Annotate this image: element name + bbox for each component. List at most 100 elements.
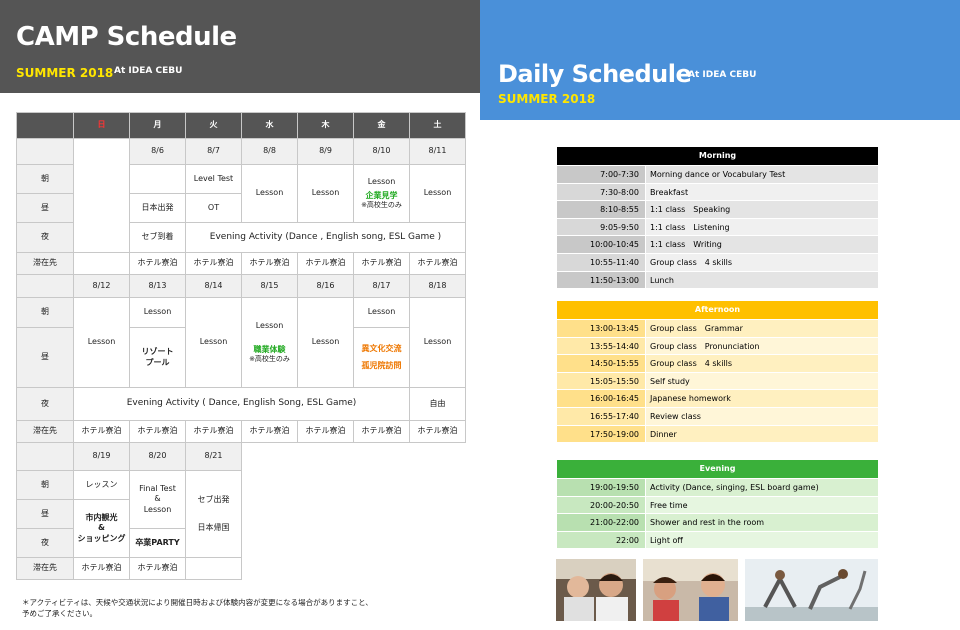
schedule-activity: Activity (Dance, singing, ESL board game… [645, 479, 878, 496]
evening-schedule-row: 19:00-19:50 Activity (Dance, singing, ESL… [557, 478, 878, 496]
stay-cell: ホテル寮泊 [241, 252, 298, 275]
morning-rows: 7:00-7:30 Morning dance or Vocabulary Tes… [557, 165, 878, 289]
schedule-time: 22:00 [557, 531, 645, 549]
schedule-activity: Review class [645, 407, 878, 425]
stay-cell: ホテル寮泊 [297, 420, 354, 443]
schedule-time: 11:50-13:00 [557, 271, 645, 289]
stay-cell: ホテル寮泊 [353, 420, 410, 443]
week2-sun-lesson: Lesson [73, 297, 130, 388]
morning-schedule-row: 8:10-8:55 1:1 class Speaking [557, 200, 878, 218]
schedule-time: 9:05-9:50 [557, 218, 645, 236]
weekday-tue: 火 [185, 112, 242, 139]
week3-tue-stay [185, 557, 242, 580]
afternoon-section: Afternoon 13:00-13:45 Group class Grammar… [557, 301, 878, 443]
schedule-activity: Morning dance or Vocabulary Test [645, 166, 878, 183]
week2-wed-activity: 職業体験 [253, 344, 286, 354]
week2-fri-activity-1: 異文化交流 [361, 344, 402, 354]
week2-tue-lesson: Lesson [185, 297, 242, 388]
stay-cell: ホテル寮泊 [129, 252, 186, 275]
daily-location: At IDEA CEBU [688, 70, 757, 80]
date-cell: 8/6 [129, 138, 186, 165]
week2-thu-lesson: Lesson [297, 297, 354, 388]
activity-footnote: ＊アクティビティは、天候や交通状況により開催日時および体験内容が変更になる場合が… [22, 598, 373, 620]
schedule-activity: Group class 4 skills [645, 355, 878, 372]
schedule-time: 8:10-8:55 [557, 201, 645, 218]
stay-cell: ホテル寮泊 [409, 252, 466, 275]
schedule-activity: Lunch [645, 271, 878, 289]
morning-header: Morning [557, 147, 878, 165]
date-row-label [16, 442, 74, 471]
morning-schedule-row: 10:00-10:45 1:1 class Writing [557, 235, 878, 253]
afternoon-header: Afternoon [557, 301, 878, 319]
stay-cell: ホテル寮泊 [73, 420, 130, 443]
week1-tue-noon: OT [185, 193, 242, 223]
schedule-time: 13:55-14:40 [557, 337, 645, 355]
stay-cell: ホテル寮泊 [297, 252, 354, 275]
schedule-time: 13:00-13:45 [557, 320, 645, 337]
week3-sun-activity: 市内観光 & ショッピング [73, 499, 130, 558]
row-label-stay: 滞在先 [16, 557, 74, 580]
camp-header: CAMP Schedule SUMMER 2018 At IDEA CEBU [0, 0, 480, 93]
photo-students [556, 559, 636, 621]
schedule-time: 10:00-10:45 [557, 236, 645, 253]
schedule-time: 14:50-15:55 [557, 355, 645, 372]
weekday-header-row: 日 月 火 水 木 金 土 [16, 112, 466, 139]
footnote-line-1: ＊アクティビティは、天候や交通状況により開催日時および体験内容が変更になる場合が… [22, 598, 373, 607]
photo-yoga [745, 559, 878, 621]
week3-mon-and: & [154, 494, 161, 504]
row-label-stay: 滞在先 [16, 420, 74, 443]
week1-fri-cell: Lesson 企業見学 ※高校生のみ [353, 164, 410, 223]
row-label-noon: 昼 [16, 327, 74, 388]
schedule-activity: 1:1 class Writing [645, 236, 878, 253]
week2-mon-lesson: Lesson [129, 297, 186, 328]
week1-thu-lesson: Lesson [297, 164, 354, 223]
schedule-activity: Group class Pronunciation [645, 337, 878, 355]
row-label-noon: 昼 [16, 499, 74, 529]
schedule-activity: Group class 4 skills [645, 253, 878, 271]
afternoon-schedule-row: 14:50-15:55 Group class 4 skills [557, 354, 878, 372]
row-label-stay: 滞在先 [16, 252, 74, 275]
schedule-time: 10:55-11:40 [557, 253, 645, 271]
row-label-morning: 朝 [16, 164, 74, 194]
morning-schedule-row: 11:50-13:00 Lunch [557, 270, 878, 289]
week1-mon-night: セブ到着 [129, 222, 186, 253]
photo-students-image [556, 559, 636, 621]
morning-schedule-row: 9:05-9:50 1:1 class Listening [557, 217, 878, 236]
week3-date-row: 8/19 8/20 8/21 [16, 442, 466, 580]
camp-schedule-table: 日 月 火 水 木 金 土 8/6 8/7 8/8 8/9 8/10 8/11 … [16, 112, 466, 580]
schedule-activity: 1:1 class Speaking [645, 201, 878, 218]
morning-section: Morning 7:00-7:30 Morning dance or Vocabu… [557, 147, 878, 289]
photo-yoga-image [745, 559, 878, 621]
date-cell: 8/14 [185, 274, 242, 298]
schedule-time: 7:00-7:30 [557, 166, 645, 183]
weekday-thu: 木 [297, 112, 354, 139]
camp-location: At IDEA CEBU [114, 66, 183, 76]
week1-fri-activity: 企業見学 [365, 190, 398, 200]
date-row-label [16, 274, 74, 298]
week3-sun-morning: レッスン [73, 470, 130, 500]
week2-wed-cell: Lesson 職業体験 ※高校生のみ [241, 297, 298, 388]
evening-section: Evening 19:00-19:50 Activity (Dance, sing… [557, 460, 878, 549]
weekday-sun: 日 [73, 112, 130, 139]
morning-schedule-row: 7:00-7:30 Morning dance or Vocabulary Tes… [557, 165, 878, 183]
row-label-night: 夜 [16, 387, 74, 421]
week3-tue-cell: セブ出発 日本帰国 [185, 470, 242, 558]
date-row-label [16, 138, 74, 165]
date-cell: 8/12 [73, 274, 130, 298]
schedule-activity: Breakfast [645, 183, 878, 201]
schedule-time: 19:00-19:50 [557, 479, 645, 496]
week3-tue-return: 日本帰国 [197, 523, 230, 532]
schedule-activity: Free time [645, 496, 878, 514]
daily-header: Daily Schedule SUMMER 2018 At IDEA CEBU [480, 0, 960, 120]
morning-schedule-row: 7:30-8:00 Breakfast [557, 182, 878, 201]
stay-cell: ホテル寮泊 [129, 557, 186, 580]
daily-subtitle: SUMMER 2018 [498, 92, 596, 106]
date-cell: 8/15 [241, 274, 298, 298]
row-label-noon: 昼 [16, 193, 74, 223]
afternoon-schedule-row: 13:00-13:45 Group class Grammar [557, 319, 878, 337]
schedule-time: 16:55-17:40 [557, 407, 645, 425]
date-cell: 8/11 [409, 138, 466, 165]
week3-mon-party: 卒業PARTY [129, 528, 186, 558]
week1-sun-blank [73, 138, 130, 253]
evening-schedule-row: 21:00-22:00 Shower and rest in the room [557, 513, 878, 531]
